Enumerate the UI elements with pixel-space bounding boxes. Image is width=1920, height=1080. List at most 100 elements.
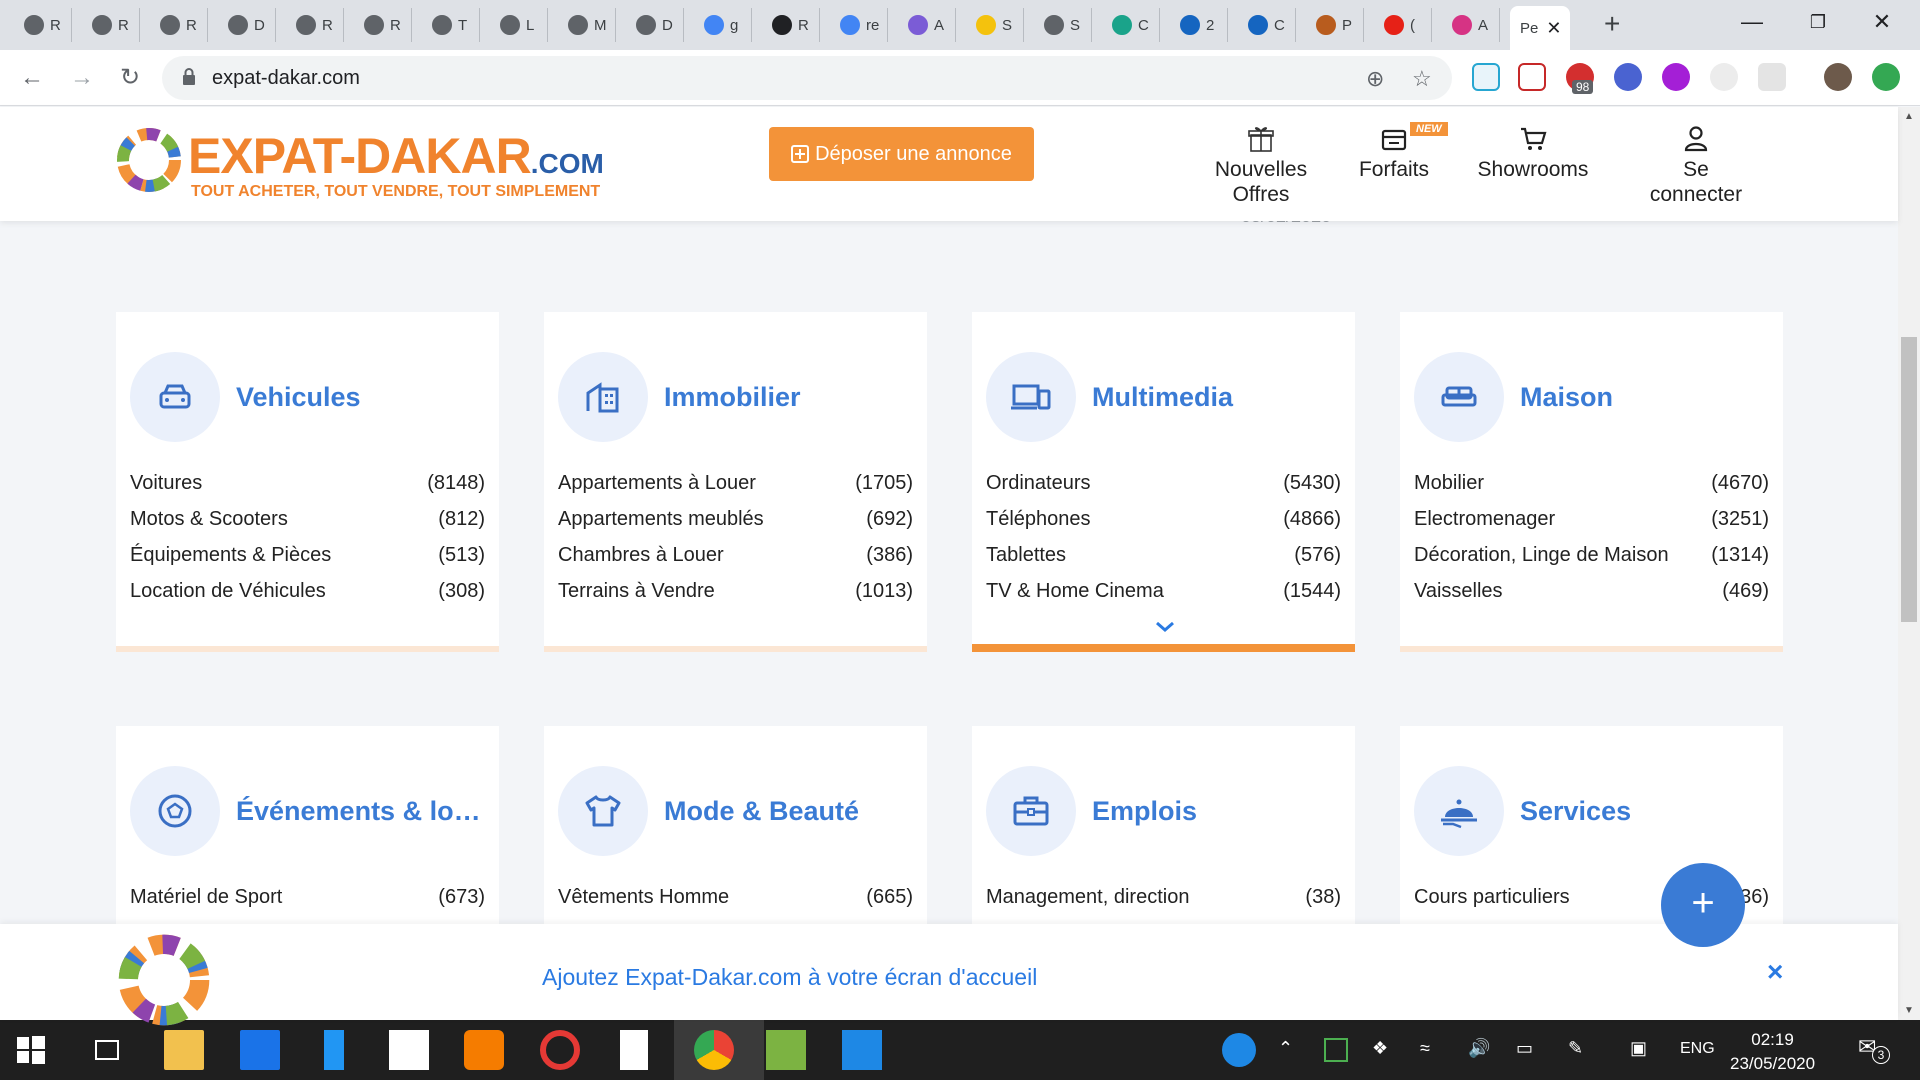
chrome-icon[interactable] bbox=[694, 1030, 734, 1070]
category-card[interactable]: Événements & loisirs Matériel de Sport (67… bbox=[116, 726, 499, 926]
browser-tab[interactable]: M bbox=[558, 8, 616, 42]
profile-avatar[interactable] bbox=[1824, 63, 1852, 91]
browser-tab[interactable]: C bbox=[1238, 8, 1296, 42]
tab-close-icon[interactable]: ✕ bbox=[1546, 18, 1561, 39]
scroll-thumb[interactable] bbox=[1901, 337, 1917, 622]
browser-tab[interactable]: R bbox=[354, 8, 412, 42]
language-indicator[interactable]: ENG bbox=[1680, 1040, 1715, 1058]
pocket-extension-icon[interactable] bbox=[1518, 63, 1546, 91]
image-editor-icon[interactable] bbox=[766, 1030, 806, 1070]
notepad-icon[interactable] bbox=[620, 1030, 648, 1070]
windows-start-icon[interactable] bbox=[16, 1035, 46, 1065]
volume-icon[interactable]: 🔊 bbox=[1468, 1038, 1490, 1059]
notification-center[interactable]: ✉ 3 bbox=[1858, 1034, 1890, 1064]
category-icon-circle[interactable] bbox=[986, 352, 1076, 442]
category-title[interactable]: Maison bbox=[1520, 382, 1770, 413]
subcategory-link[interactable]: Tablettes (576) bbox=[986, 544, 1341, 567]
back-button[interactable]: ← bbox=[16, 62, 48, 94]
browser-tab[interactable]: P bbox=[1306, 8, 1364, 42]
browser-tab[interactable]: R bbox=[14, 8, 72, 42]
subcategory-link[interactable]: Voitures (8148) bbox=[130, 472, 485, 495]
expat-dakar-logo-icon[interactable] bbox=[114, 125, 184, 195]
browser-tab[interactable]: Pe ✕ bbox=[1510, 6, 1570, 50]
tray-chevron-up-icon[interactable]: ⌃ bbox=[1278, 1038, 1293, 1059]
category-card[interactable]: Maison Mobilier (4670) Electromenager (3251)… bbox=[1400, 312, 1783, 652]
subcategory-link[interactable]: Vêtements Homme (665) bbox=[558, 886, 913, 909]
category-card[interactable]: Immobilier Appartements à Louer (1705) Appa… bbox=[544, 312, 927, 652]
browser-tab[interactable]: S bbox=[966, 8, 1024, 42]
mail-icon[interactable] bbox=[240, 1030, 280, 1070]
battery-icon[interactable]: ▭ bbox=[1516, 1038, 1533, 1059]
tray-app-icon[interactable] bbox=[1324, 1038, 1348, 1062]
browser-tab[interactable]: g bbox=[694, 8, 752, 42]
category-icon-circle[interactable] bbox=[1414, 766, 1504, 856]
category-icon-circle[interactable] bbox=[130, 352, 220, 442]
vscode-icon[interactable] bbox=[842, 1030, 882, 1070]
media-player-icon[interactable] bbox=[464, 1030, 504, 1070]
subcategory-link[interactable]: Mobilier (4670) bbox=[1414, 472, 1769, 495]
nav-login[interactable]: Se connecter bbox=[1636, 123, 1756, 207]
address-bar[interactable]: expat-dakar.com ⊕ ☆ bbox=[162, 56, 1452, 100]
restore-button[interactable]: ❐ bbox=[1796, 6, 1840, 38]
subcategory-link[interactable]: Vaisselles (469) bbox=[1414, 580, 1769, 603]
browser-tab[interactable]: D bbox=[626, 8, 684, 42]
visual-studio-icon[interactable] bbox=[324, 1030, 344, 1070]
install-banner-link[interactable]: Ajoutez Expat-Dakar.com à votre écran d'… bbox=[542, 964, 1037, 991]
browser-tab[interactable]: R bbox=[150, 8, 208, 42]
subcategory-link[interactable]: Terrains à Vendre (1013) bbox=[558, 580, 913, 603]
wifi-icon[interactable]: ≈ bbox=[1420, 1038, 1430, 1059]
category-icon-circle[interactable] bbox=[130, 766, 220, 856]
bookmark-star-icon[interactable]: ☆ bbox=[1412, 66, 1432, 92]
checkmark-extension-icon[interactable] bbox=[1614, 63, 1642, 91]
subcategory-link[interactable]: Motos & Scooters (812) bbox=[130, 508, 485, 531]
browser-tab[interactable]: D bbox=[218, 8, 276, 42]
chevron-down-icon[interactable] bbox=[1154, 620, 1176, 634]
subcategory-link[interactable]: Matériel de Sport (673) bbox=[130, 886, 485, 909]
browser-tab[interactable]: S bbox=[1034, 8, 1092, 42]
subcategory-link[interactable]: Location de Véhicules (308) bbox=[130, 580, 485, 603]
add-fab-button[interactable]: + bbox=[1661, 863, 1745, 947]
browser-tab[interactable]: T bbox=[422, 8, 480, 42]
browser-tab[interactable]: L bbox=[490, 8, 548, 42]
category-card[interactable]: Vehicules Voitures (8148) Motos & Scooters (… bbox=[116, 312, 499, 652]
browser-tab[interactable]: R bbox=[286, 8, 344, 42]
category-icon-circle[interactable] bbox=[986, 766, 1076, 856]
category-title[interactable]: Immobilier bbox=[664, 382, 914, 413]
gray-extension-icon[interactable] bbox=[1710, 63, 1738, 91]
category-title[interactable]: Mode & Beauté bbox=[664, 796, 914, 827]
scroll-down-arrow-icon[interactable]: ▼ bbox=[1904, 1005, 1914, 1016]
subcategory-link[interactable]: Téléphones (4866) bbox=[986, 508, 1341, 531]
browser-tab[interactable]: 2 bbox=[1170, 8, 1228, 42]
file-explorer-icon[interactable] bbox=[164, 1030, 204, 1070]
category-title[interactable]: Événements & loisirs bbox=[236, 796, 486, 827]
subcategory-link[interactable]: Ordinateurs (5430) bbox=[986, 472, 1341, 495]
nav-new-offers[interactable]: Nouvelles Offres bbox=[1206, 123, 1316, 207]
category-icon-circle[interactable] bbox=[558, 766, 648, 856]
task-view-icon[interactable] bbox=[92, 1035, 122, 1065]
subcategory-link[interactable]: Electromenager (3251) bbox=[1414, 508, 1769, 531]
category-title[interactable]: Vehicules bbox=[236, 382, 486, 413]
browser-tab[interactable]: C bbox=[1102, 8, 1160, 42]
scroll-up-arrow-icon[interactable]: ▲ bbox=[1904, 111, 1914, 122]
puzzle-extension-icon[interactable] bbox=[1758, 63, 1786, 91]
update-icon[interactable] bbox=[1872, 63, 1900, 91]
purple-extension-icon[interactable] bbox=[1662, 63, 1690, 91]
category-icon-circle[interactable] bbox=[558, 352, 648, 442]
brand-name[interactable]: EXPAT-DAKAR.COM bbox=[188, 127, 604, 185]
install-banner-close-button[interactable]: × bbox=[1767, 956, 1783, 988]
browser-tab[interactable]: re bbox=[830, 8, 888, 42]
forward-button[interactable]: → bbox=[66, 62, 98, 94]
category-card[interactable]: Emplois Management, direction (38) bbox=[972, 726, 1355, 926]
pen-icon[interactable]: ✎ bbox=[1568, 1038, 1583, 1059]
display-icon[interactable]: ▣ bbox=[1630, 1038, 1647, 1059]
opera-icon[interactable] bbox=[540, 1030, 580, 1070]
subcategory-link[interactable]: Chambres à Louer (386) bbox=[558, 544, 913, 567]
browser-tab[interactable]: A bbox=[1442, 8, 1500, 42]
translate-extension-icon[interactable] bbox=[1472, 63, 1500, 91]
nav-showrooms[interactable]: Showrooms bbox=[1474, 123, 1592, 182]
post-ad-button[interactable]: Déposer une annonce bbox=[769, 127, 1034, 181]
browser-tab[interactable]: A bbox=[898, 8, 956, 42]
category-title[interactable]: Emplois bbox=[1092, 796, 1342, 827]
page-scrollbar[interactable]: ▲ ▼ bbox=[1898, 107, 1920, 1020]
close-window-button[interactable]: ✕ bbox=[1860, 6, 1904, 38]
